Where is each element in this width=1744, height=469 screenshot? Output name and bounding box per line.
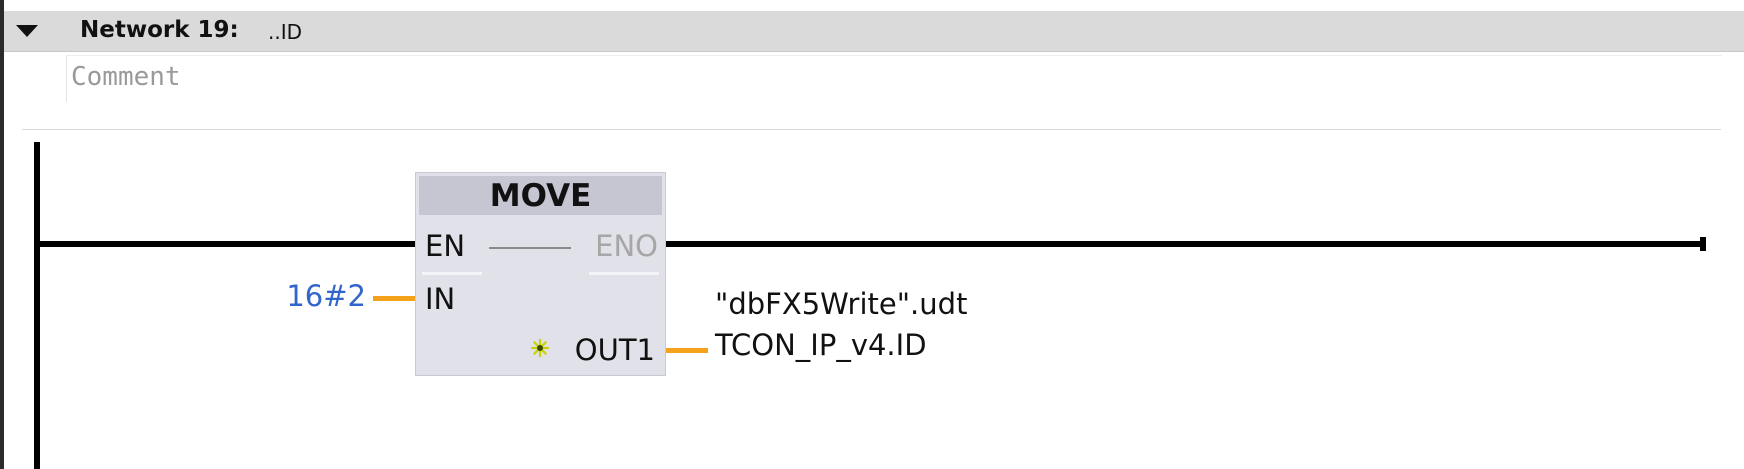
pin-eno[interactable]: ENO (595, 229, 658, 263)
left-power-rail (34, 142, 40, 469)
out1-operand-member[interactable]: TCON_IP_v4.ID (715, 328, 927, 362)
pin-in[interactable]: IN (425, 282, 455, 316)
en-pin-underline (422, 272, 482, 275)
ladder-diagram (34, 142, 1706, 469)
in-connection-line[interactable] (373, 296, 415, 301)
out1-operand-tag[interactable]: "dbFX5Write".udt (715, 287, 967, 321)
rung-end-marker (1700, 237, 1706, 251)
move-instruction-box[interactable]: MOVE EN ENO IN OUT1 (415, 172, 666, 376)
rung-wire-out[interactable] (666, 241, 1706, 247)
new-output-star-icon[interactable] (529, 337, 551, 359)
move-block-title: MOVE (419, 176, 662, 215)
en-eno-link-line (489, 247, 571, 249)
in-operand-constant[interactable]: 16#2 (286, 279, 366, 313)
eno-pin-underline (589, 272, 659, 275)
ladder-editor: Network 19: ..ID Comment MOVE EN ENO IN (0, 0, 1744, 469)
pin-out1[interactable]: OUT1 (575, 333, 655, 367)
rung-wire-in (34, 241, 415, 247)
out1-connection-line[interactable] (666, 348, 708, 353)
pin-en[interactable]: EN (425, 229, 465, 263)
